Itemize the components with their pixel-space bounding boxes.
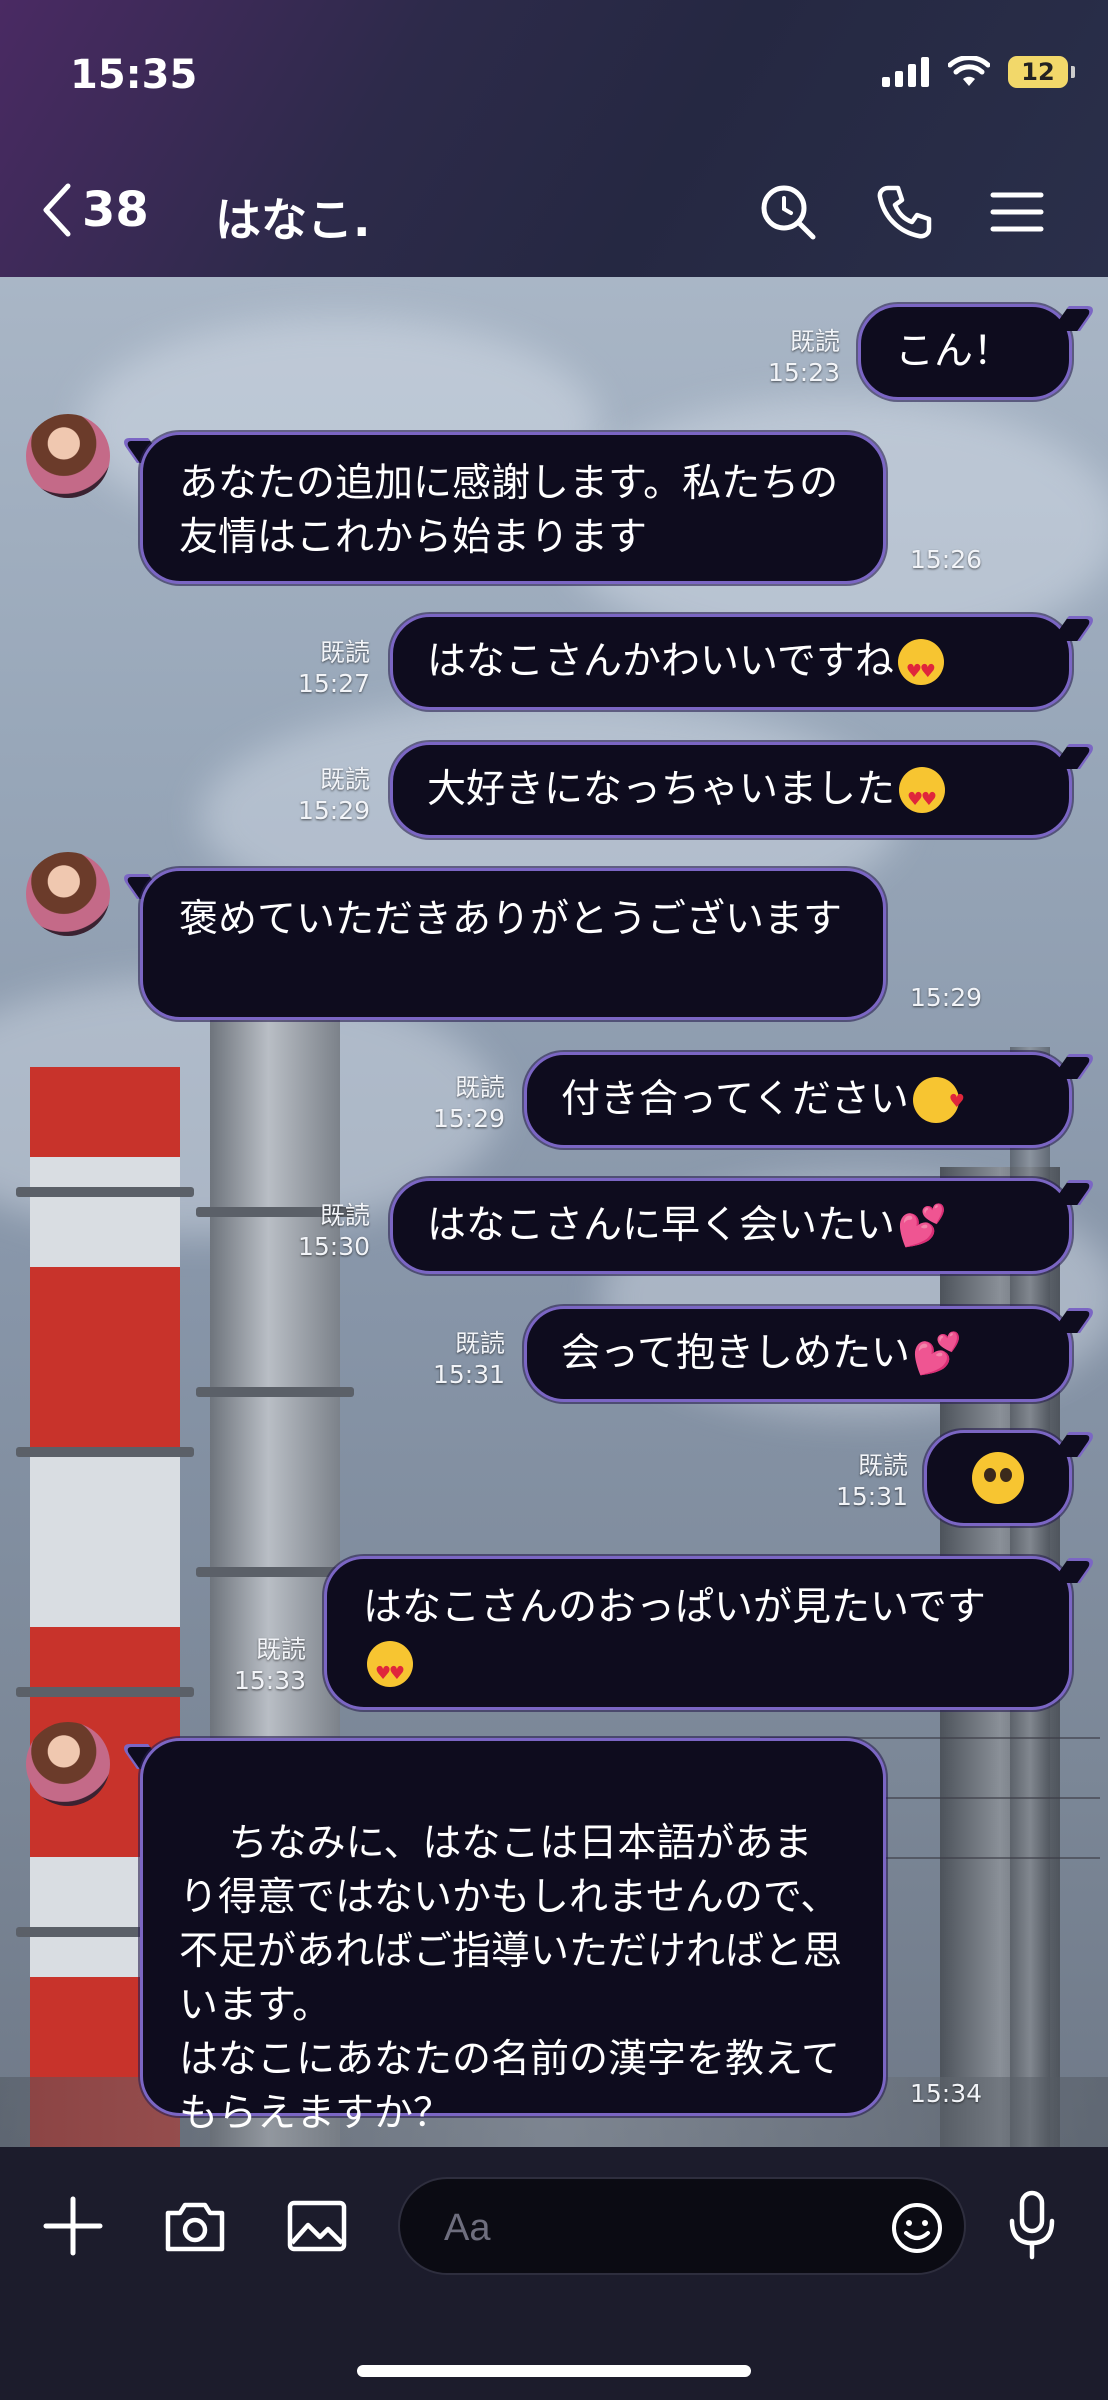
message-bubble-outgoing[interactable]: こん！ [858,304,1072,400]
message-bubble-outgoing[interactable] [924,1430,1072,1526]
message-text: 付き合ってください [561,1077,909,1122]
unread-count: 38 [82,182,149,238]
read-receipt: 既読 [454,1073,505,1102]
read-receipt: 既読 [319,1201,370,1230]
status-time: 15:35 [70,52,198,98]
message-time: 15:34 [909,2079,982,2108]
back-chevron-icon [43,183,71,237]
composer-bar [0,2147,1108,2400]
message-text: こん！ [895,329,1013,374]
message-meta: 既読 15:27 [270,637,370,699]
avatar[interactable] [26,414,110,498]
message-bubble-outgoing[interactable]: 大好きになっちゃいました [390,742,1072,838]
chat-title[interactable]: はなこ. [215,184,370,250]
two-hearts-emoji: 💕 [897,1203,947,1249]
menu-icon[interactable] [987,182,1047,242]
message-time: 15:26 [909,545,982,574]
heart-eyes-emoji [367,1640,413,1701]
message-meta: 既読 15:31 [405,1328,505,1390]
image-icon[interactable] [284,2193,350,2259]
pleading-face-emoji [972,1452,1024,1504]
message-bubble-incoming[interactable]: ちなみに、はなこは日本語があまり得意ではないかもしれませんので、不足があればご指… [140,1738,886,2136]
read-receipt: 既読 [319,765,370,794]
message-time: 15:33 [233,1666,306,1695]
message-text: はなこさんかわいいですね [427,639,894,684]
plus-icon[interactable] [40,2193,106,2259]
read-receipt: 既読 [255,1635,306,1664]
microphone-icon[interactable] [1000,2189,1064,2261]
message-meta: 既読 15:23 [740,326,840,388]
message-input[interactable] [442,2201,846,2255]
read-receipt: 既読 [454,1329,505,1358]
message-meta: 既読 15:33 [206,1634,306,1696]
message-meta: 既読 15:29 [270,764,370,826]
message-bubble-incoming[interactable]: あなたの追加に感謝します。私たちの友情はこれから始まります [140,432,886,584]
read-receipt: 既読 [319,638,370,667]
two-hearts-emoji: 💕 [912,1331,962,1377]
message-meta: 既読 15:31 [808,1450,908,1512]
read-receipt: 既読 [789,327,840,356]
message-input-field[interactable] [398,2177,966,2275]
message-meta: 既読 15:30 [270,1200,370,1262]
message-text: ちなみに、はなこは日本語があまり得意ではないかもしれませんので、不足があればご指… [179,1821,843,2136]
message-text: 会って抱きしめたい [561,1331,911,1376]
heart-eyes-emoji [899,767,946,827]
message-time: 15:31 [835,1482,908,1511]
message-text: はなこさんのおっぱいが見たいです [363,1585,986,1630]
message-bubble-outgoing[interactable]: 会って抱きしめたい 💕 [524,1306,1072,1402]
home-indicator[interactable] [357,2365,751,2377]
message-time: 15:31 [432,1360,505,1389]
message-time: 15:30 [297,1232,370,1261]
status-icons: 12 [882,56,1075,88]
read-receipt: 既読 [857,1451,908,1480]
emoji-icon[interactable] [890,2201,944,2255]
message-time: 15:29 [909,983,982,1012]
kissing-heart-emoji [912,1075,965,1129]
search-icon[interactable] [758,182,818,242]
battery-indicator: 12 [1008,56,1075,88]
message-time: 15:23 [767,358,840,387]
message-time: 15:29 [432,1104,505,1133]
phone-icon[interactable] [874,182,934,242]
message-text: 褒めていただきありがとうございます [179,897,843,942]
message-text: はなこさんに早く会いたい [427,1203,896,1248]
camera-icon[interactable] [162,2193,228,2259]
message-bubble-incoming[interactable]: 褒めていただきありがとうございます [140,868,886,1020]
wifi-icon [948,56,990,86]
heart-eyes-emoji [897,639,944,699]
avatar[interactable] [26,852,110,936]
message-text: 大好きになっちゃいました [427,767,896,812]
message-text: あなたの追加に感謝します。私たちの友情はこれから始まります [179,461,839,560]
signal-icon [882,57,929,87]
chat-header: 38 はなこ. [0,170,1108,260]
message-bubble-outgoing[interactable]: はなこさんのおっぱいが見たいです [324,1556,1072,1710]
message-meta: 既読 15:29 [405,1072,505,1134]
message-time: 15:27 [297,669,370,698]
avatar[interactable] [26,1722,110,1806]
top-bar: 15:35 12 38 はなこ. [0,0,1108,277]
message-bubble-outgoing[interactable]: はなこさんかわいいですね [390,614,1072,710]
message-bubble-outgoing[interactable]: はなこさんに早く会いたい 💕 [390,1178,1072,1274]
back-button[interactable]: 38 [40,182,149,238]
message-bubble-outgoing[interactable]: 付き合ってください [524,1052,1072,1148]
message-time: 15:29 [297,796,370,825]
